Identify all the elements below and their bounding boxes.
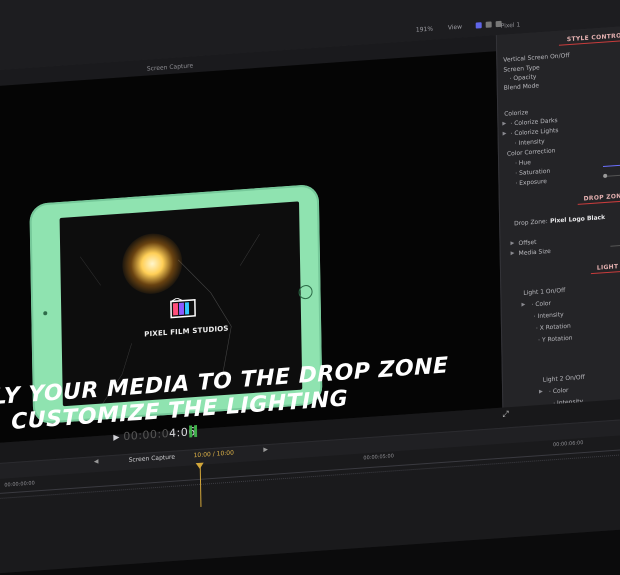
home-button-icon: [298, 284, 313, 300]
final-cut-pro-window: 191% View Screen Capture PIXEL FILM STUD…: [0, 0, 620, 575]
zoom-level-dropdown[interactable]: 191%: [416, 26, 433, 34]
disclosure-arrow-icon[interactable]: ▶: [510, 240, 514, 246]
saturation-slider[interactable]: [603, 162, 620, 168]
color-correction-label: Color Correction: [506, 147, 556, 158]
inspector-panel: Pixel 1 STYLE CONTROLS Vertical Screen O…: [495, 21, 620, 436]
drop-zone-value[interactable]: Pixel Logo Black: [550, 214, 605, 225]
audio-meter-icon: [189, 424, 198, 438]
colorize-label: Colorize: [504, 109, 529, 118]
offset-label: Offset: [518, 238, 537, 248]
screen-type-label: Screen Type: [503, 64, 540, 74]
media-size-slider[interactable]: [610, 242, 620, 247]
colorize-darks-label: · Colorize Darks: [510, 117, 558, 128]
light1-yrotation-label: · Y Rotation: [538, 334, 573, 344]
drop-zone-label: Drop Zone:: [514, 218, 548, 228]
disclosure-arrow-icon[interactable]: ▶: [503, 131, 507, 137]
back-arrow-icon[interactable]: ◀: [94, 458, 99, 465]
opacity-label: · Opacity: [509, 73, 537, 83]
light1-toggle-label: Light 1 On/Off: [523, 286, 566, 297]
colorize-lights-label: · Colorize Lights: [510, 127, 559, 138]
hue-label: · Hue: [515, 159, 531, 168]
play-icon[interactable]: ▶: [113, 432, 119, 441]
pixel-film-studios-logo-icon: [170, 297, 196, 319]
light1-intensity-label: · Intensity: [533, 311, 564, 321]
disclosure-arrow-icon[interactable]: ▶: [521, 302, 525, 308]
disclosure-arrow-icon[interactable]: ▶: [502, 121, 506, 127]
light2-color-label: · Color: [548, 386, 569, 396]
exposure-knob[interactable]: [603, 173, 608, 179]
camera-dot: [43, 311, 48, 316]
disclosure-arrow-icon[interactable]: ▶: [539, 389, 543, 395]
panel-toggle-icon[interactable]: [485, 21, 492, 28]
light2-toggle-label: Light 2 On/Off: [542, 373, 585, 384]
media-size-label: Media Size: [518, 247, 551, 258]
pixel-label: Pixel 1: [500, 21, 521, 30]
light-controls-heading: LIGHT CONT: [596, 262, 620, 272]
forward-arrow-icon[interactable]: ▶: [263, 446, 268, 453]
saturation-label: · Saturation: [515, 167, 551, 178]
intensity-label: · Intensity: [514, 138, 545, 148]
exposure-label: · Exposure: [515, 177, 548, 188]
disclosure-arrow-icon[interactable]: ▶: [511, 250, 515, 256]
vertical-screen-label: Vertical Screen On/Off: [503, 52, 570, 64]
fullscreen-icon[interactable]: ⤢: [502, 409, 509, 419]
view-menu-button[interactable]: View: [448, 24, 462, 32]
inspector-toggle-icon[interactable]: [475, 22, 482, 29]
blend-mode-label: Blend Mode: [503, 82, 540, 92]
light1-xrotation-label: · X Rotation: [535, 322, 571, 333]
light1-color-label: · Color: [531, 299, 552, 309]
